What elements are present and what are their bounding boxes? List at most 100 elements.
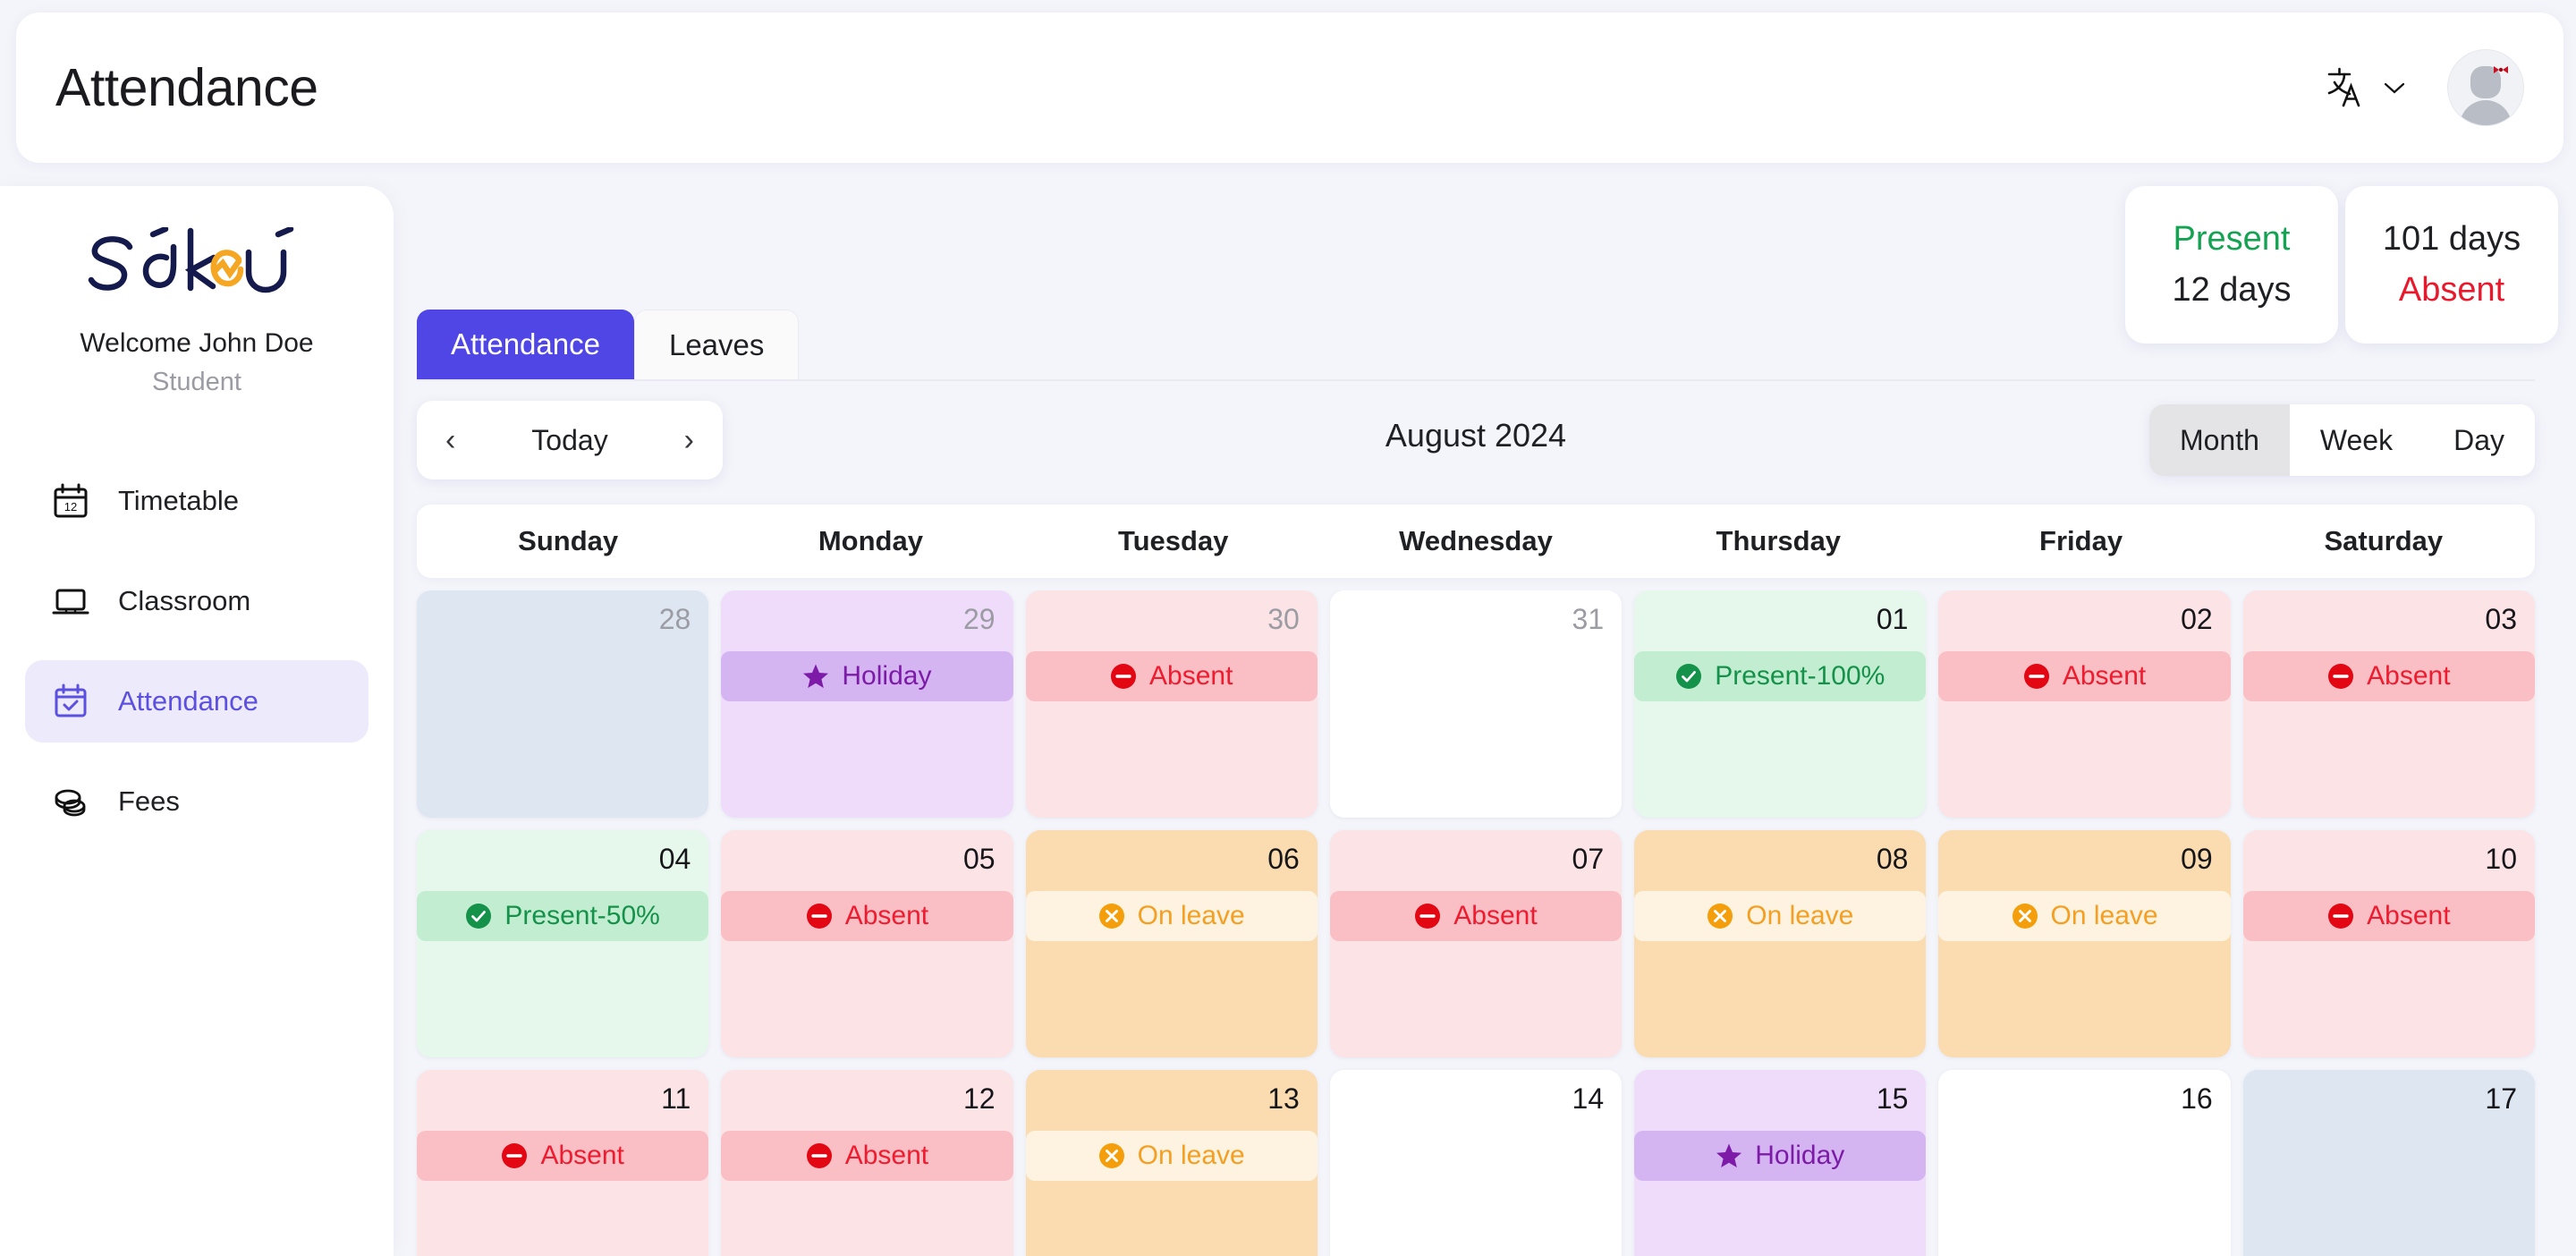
tabs-underline: [417, 379, 2535, 381]
svg-text:12: 12: [64, 500, 77, 513]
status-badge[interactable]: Absent: [1938, 651, 2231, 701]
status-badge[interactable]: Absent: [1025, 651, 1318, 701]
status-badge-label: Present-100%: [1715, 661, 1885, 691]
sidebar-item-timetable[interactable]: 12 Timetable: [25, 460, 369, 542]
status-badge[interactable]: On leave: [1025, 1131, 1318, 1181]
welcome-text: Welcome John Doe: [80, 328, 314, 358]
sidebar: Welcome John Doe Student 12 Timetable Cl…: [0, 186, 394, 1256]
weekday-header: Sunday Monday Tuesday Wednesday Thursday…: [417, 505, 2535, 578]
top-bar: Attendance: [16, 13, 2563, 163]
status-badge[interactable]: Present-50%: [417, 891, 709, 941]
day-number: 10: [2485, 843, 2517, 875]
calendar-day-cell[interactable]: 28: [417, 590, 709, 818]
view-week-button[interactable]: Week: [2290, 404, 2423, 476]
day-number: 03: [2485, 603, 2517, 635]
status-badge[interactable]: Absent: [1329, 891, 1623, 941]
status-badge-label: Absent: [844, 1141, 929, 1170]
minus-circle-icon: [2328, 904, 2354, 929]
day-number: 29: [962, 603, 996, 635]
stat-label: Present: [2173, 220, 2291, 258]
sidebar-item-label: Classroom: [118, 585, 251, 616]
status-badge[interactable]: Present-100%: [1634, 651, 1927, 701]
tab-attendance[interactable]: Attendance: [417, 310, 634, 379]
day-number: 01: [1876, 603, 1909, 635]
sidebar-item-attendance[interactable]: Attendance: [25, 660, 369, 743]
day-number: 05: [962, 843, 996, 875]
tab-leaves[interactable]: Leaves: [633, 310, 800, 379]
sakou-logo-icon: [88, 227, 294, 293]
calendar-day-cell[interactable]: 29 Holiday: [721, 590, 1013, 818]
status-badge[interactable]: On leave: [1634, 891, 1927, 941]
calendar-day-cell[interactable]: 02 Absent: [1938, 590, 2231, 818]
status-badge[interactable]: On leave: [1025, 891, 1318, 941]
day-number: 30: [1267, 603, 1300, 635]
day-number: 28: [658, 603, 691, 635]
sidebar-nav: 12 Timetable Classroom Attendance Fees: [0, 460, 394, 843]
stat-value: 101 days: [2382, 220, 2521, 258]
status-badge[interactable]: Absent: [721, 1131, 1013, 1181]
calendar-day-cell[interactable]: 03 Absent: [2242, 590, 2535, 818]
stats-group: Present 12 days 101 days Absent: [2125, 186, 2558, 344]
minus-circle-icon: [1111, 664, 1136, 689]
minus-circle-icon: [2328, 664, 2354, 689]
weekday-label: Monday: [818, 525, 923, 556]
calendar-day-cell[interactable]: 09 On leave: [1938, 830, 2231, 1057]
minus-circle-icon: [806, 1143, 832, 1168]
calendar-12-icon: 12: [50, 480, 91, 522]
day-number: 13: [1267, 1082, 1300, 1115]
weekday-label: Thursday: [1716, 525, 1842, 556]
status-badge[interactable]: Absent: [2242, 651, 2535, 701]
calendar-day-cell[interactable]: 30 Absent: [1025, 590, 1318, 818]
calendar-day-cell[interactable]: 05 Absent: [721, 830, 1013, 1057]
status-badge[interactable]: Absent: [417, 1131, 709, 1181]
day-number: 02: [2181, 603, 2213, 635]
view-month-button[interactable]: Month: [2148, 404, 2290, 476]
calendar-day-cell[interactable]: 07 Absent: [1329, 830, 1623, 1057]
status-badge[interactable]: Holiday: [721, 651, 1013, 701]
calendar-day-cell[interactable]: 15 Holiday: [1634, 1070, 1927, 1256]
day-number: 04: [658, 843, 691, 875]
calendar-day-cell[interactable]: 14: [1329, 1070, 1623, 1256]
status-badge[interactable]: On leave: [1938, 891, 2231, 941]
translate-icon: [2327, 67, 2360, 107]
calendar-day-cell[interactable]: 17: [2242, 1070, 2535, 1256]
status-badge[interactable]: Absent: [721, 891, 1013, 941]
status-badge[interactable]: Absent: [2242, 891, 2535, 941]
day-number: 06: [1267, 843, 1300, 875]
tab-bar: Attendance Leaves: [417, 310, 800, 379]
calendar-day-cell[interactable]: 31: [1329, 590, 1623, 818]
calendar-day-cell[interactable]: 06 On leave: [1025, 830, 1318, 1057]
calendar-check-icon: [50, 681, 91, 722]
x-circle-icon: [1098, 1143, 1124, 1168]
status-badge-label: On leave: [2050, 901, 2158, 930]
sidebar-item-fees[interactable]: Fees: [25, 760, 369, 843]
day-number: 16: [2181, 1082, 2213, 1115]
status-badge[interactable]: Holiday: [1634, 1131, 1927, 1181]
sidebar-item-classroom[interactable]: Classroom: [25, 560, 369, 642]
chevron-down-icon: [2384, 82, 2405, 94]
status-badge-label: On leave: [1137, 901, 1245, 930]
weekday-label: Tuesday: [1117, 525, 1229, 556]
x-circle-icon: [2012, 904, 2038, 929]
minus-circle-icon: [806, 904, 832, 929]
laptop-icon: [50, 581, 91, 622]
day-number: 08: [1876, 843, 1909, 875]
stat-card-absent: 101 days Absent: [2345, 186, 2558, 344]
calendar-day-cell[interactable]: 16: [1938, 1070, 2231, 1256]
calendar-day-cell[interactable]: 11 Absent: [417, 1070, 709, 1256]
check-circle-icon: [466, 904, 492, 929]
status-badge-label: Absent: [2367, 901, 2451, 930]
top-bar-actions: [2324, 49, 2524, 126]
calendar-day-cell[interactable]: 10 Absent: [2242, 830, 2535, 1057]
calendar-day-cell[interactable]: 01 Present-100%: [1634, 590, 1927, 818]
view-day-button[interactable]: Day: [2423, 404, 2535, 476]
main-content: Present 12 days 101 days Absent Attendan…: [394, 186, 2576, 1256]
avatar[interactable]: [2447, 49, 2524, 126]
calendar-day-cell[interactable]: 08 On leave: [1634, 830, 1927, 1057]
language-switcher[interactable]: [2324, 64, 2406, 111]
day-number: 17: [2485, 1082, 2517, 1115]
day-number: 11: [661, 1082, 691, 1115]
calendar-day-cell[interactable]: 04 Present-50%: [417, 830, 709, 1057]
calendar-day-cell[interactable]: 13 On leave: [1025, 1070, 1318, 1256]
calendar-day-cell[interactable]: 12 Absent: [721, 1070, 1013, 1256]
